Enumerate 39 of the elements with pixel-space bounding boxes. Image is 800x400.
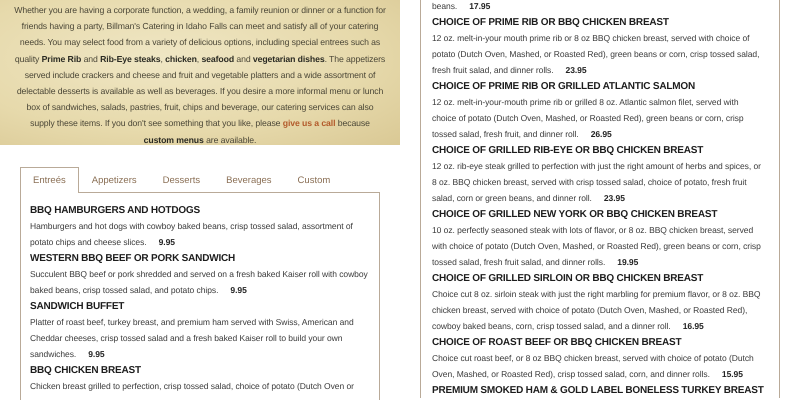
price: 23.95 <box>566 65 587 75</box>
menu-item-title: CHOICE OF GRILLED RIB-EYE OR BBQ CHICKEN BREAST <box>432 144 704 157</box>
menu-item-description: 12 oz. melt-in-your-mouth prime rib or grilled 8 oz. Atlantic salmon filet, served with choice of potato (Dutch Oven, Mashed, or Roasted Red), green beans or corn, crisp tossed salad, fresh fruit, and dinner roll. 26.95 <box>432 96 745 141</box>
price: 9.95 <box>230 285 247 295</box>
menu-item-title: WESTERN BBQ BEEF OR PORK SANDWICH <box>30 252 236 265</box>
menu-item-description: Chicken breast grilled to perfection, crisp tossed salad, choice of potato (Dutch Oven or <box>30 380 355 393</box>
price: 23.95 <box>604 193 625 203</box>
menu-tab[interactable]: Desserts <box>150 167 214 193</box>
menu-item-description: beans. 17.95 <box>432 0 492 13</box>
menu-item-title: CHOICE OF ROAST BEEF OR BBQ CHICKEN BREAST <box>432 336 682 349</box>
menu-item-description: Hamburgers and hot dogs with cowboy baked beans, crisp tossed salad, assortment of potato chips and cheese slices. 9.95 <box>30 220 354 249</box>
menu-tab[interactable]: Custom <box>284 167 344 193</box>
price: 26.95 <box>590 129 612 139</box>
menu-item-description: 10 oz. perfectly seasoned steak with lots of flavor, or 8 oz. BBQ chicken breast, served with choice of potato (Dutch Oven, Mashed, or Roasted Red), green beans or corn, crisp tossed salad, fresh fruit salad, and dinner rolls. 19.95 <box>432 224 762 269</box>
menu-item-description: Platter of roast beef, turkey breast, and premium ham served with Swiss, American and Cheddar cheeses, crisp tossed salad and a fresh baked Kaiser roll to build your own sandwiches. 9.95 <box>30 316 355 361</box>
menu-item-description: Choice cut 8 oz. sirloin steak with just the right marbling for premium flavor, or 8 oz. BBQ chicken breast, served with choice of potato (Dutch Oven, Mashed, or Roasted Red), cowboy baked beans, corn, crisp tossed salad, and a dinner roll. 16.95 <box>432 288 762 333</box>
price: 9.95 <box>88 349 105 359</box>
menu-item-title: BBQ CHICKEN BREAST <box>30 364 142 377</box>
menu-item-title: SANDWICH BUFFET <box>30 300 126 313</box>
call-link[interactable]: give us a call <box>282 118 336 128</box>
menu-item-title: CHOICE OF GRILLED SIRLOIN OR BBQ CHICKEN BREAST <box>432 272 704 285</box>
menu-item-title: BBQ HAMBURGERS AND HOTDOGS <box>30 204 201 217</box>
menu-item-title: CHOICE OF PRIME RIB OR BBQ CHICKEN BREAST <box>432 16 670 29</box>
intro-paragraph: Whether you are having a corporate function, a wedding, a family reunion or dinner or a function for friends having a party, Billman's Catering in Idaho Falls can meet and satisfy all of your catering needs. You may select food from a variety of delicious options, including special entrees such as quality Prime Rib and Rib-Eye steaks, chicken, seafood and vegetarian dishes. The appetizers served include crackers and cheese and fruit and vegetable platters and a wide assortment of delectable desserts is available as well as beverages. If you desire a more informal menu or lunch box of sandwiches, salads, pastries, fruit, chips and beverage, our catering services can also supply these items. If you don't see something that you like, please give us a call because custom menus are available. <box>14 4 386 147</box>
price: 9.95 <box>158 237 175 247</box>
menu-tab[interactable]: Entreés <box>20 167 79 193</box>
menu-item-description: Choice cut roast beef, or 8 oz BBQ chicken breast, served with choice of potato (Dutch Oven, Mashed, or Roasted Red), crisp tossed salad, corn, and dinner rolls. 15.95 <box>432 352 755 381</box>
price: 19.95 <box>617 257 638 267</box>
menu-item-description: 12 oz. rib-eye steak grilled to perfection with just the right amount of herbs and spices, or 8 oz. BBQ chicken breast, served with crisp tossed salad, choice of potato, fresh fruit salad, corn or green beans, and dinner roll. 23.95 <box>432 160 762 205</box>
price: 15.95 <box>722 369 743 379</box>
menu-tab[interactable]: Beverages <box>213 167 285 193</box>
menu-item-description: Succulent BBQ beef or pork shredded and served on a fresh baked Kaiser roll with cowboy baked beans, crisp tossed salad, and potato chips. 9.95 <box>30 268 369 297</box>
menu-item-description: 12 oz. melt-in-your mouth prime rib or 8 oz BBQ chicken breast, served with choice of potato (Dutch Oven, Mashed, or Roasted Red), green beans or corn, crisp tossed salad, fresh fruit salad, and dinner rolls. 23.95 <box>432 32 760 77</box>
menu-tab[interactable]: Appetizers <box>78 167 150 193</box>
price: 17.95 <box>469 1 490 11</box>
menu-item-title: PREMIUM SMOKED HAM & GOLD LABEL BONELESS TURKEY BREAST <box>432 384 765 397</box>
menu-item-title: CHOICE OF PRIME RIB OR GRILLED ATLANTIC SALMON <box>432 80 696 93</box>
price: 16.95 <box>682 321 704 331</box>
menu-item-title: CHOICE OF GRILLED NEW YORK OR BBQ CHICKEN BREAST <box>432 208 718 221</box>
